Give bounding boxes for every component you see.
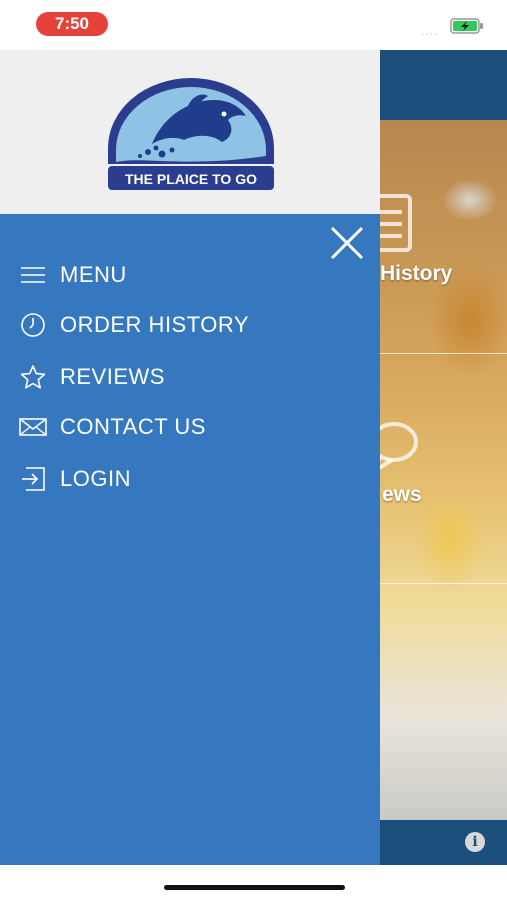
- logo-text: THE PLAICE TO GO: [125, 171, 257, 187]
- drawer-header: THE PLAICE TO GO: [0, 50, 380, 214]
- background-app: History ews i: [380, 50, 507, 865]
- menu-item-label: LOGIN: [60, 466, 131, 491]
- reviews-tile-label: ews: [382, 483, 422, 506]
- hamburger-icon: [18, 260, 48, 290]
- tile-divider: [380, 353, 507, 354]
- login-icon: [18, 464, 48, 494]
- status-bar: 7:50 ....: [0, 0, 507, 50]
- home-indicator[interactable]: [164, 885, 345, 890]
- app-footer: i: [380, 820, 507, 865]
- menu-item-label: MENU: [60, 262, 127, 287]
- order-history-tile-label: History: [380, 262, 453, 285]
- reviews-tile-icon: [380, 422, 418, 470]
- info-icon[interactable]: i: [465, 832, 485, 852]
- menu-item-label: ORDER HISTORY: [60, 312, 250, 337]
- menu-item-label: CONTACT US: [60, 414, 206, 439]
- clock-icon: [18, 310, 48, 340]
- battery-icon: [450, 18, 483, 34]
- menu-item-menu[interactable]: MENU: [18, 255, 358, 295]
- app-header: [380, 50, 507, 120]
- menu-item-contact-us[interactable]: CONTACT US: [18, 407, 358, 447]
- home-area: [0, 865, 507, 900]
- menu-item-login[interactable]: LOGIN: [18, 459, 358, 499]
- brand-logo: THE PLAICE TO GO: [108, 78, 274, 190]
- menu-item-reviews[interactable]: REVIEWS: [18, 357, 358, 397]
- star-icon: [18, 362, 48, 392]
- menu-item-order-history[interactable]: ORDER HISTORY: [18, 305, 358, 345]
- food-photo: History ews: [380, 120, 507, 865]
- envelope-icon: [18, 412, 48, 442]
- tile-divider: [380, 583, 507, 584]
- status-time: 7:50: [36, 12, 108, 36]
- menu-item-label: REVIEWS: [60, 364, 165, 389]
- order-history-tile-icon: [380, 194, 412, 252]
- navigation-drawer: THE PLAICE TO GO MENU ORDER HISTORY REVI…: [0, 50, 380, 865]
- signal-icon: ....: [421, 24, 439, 38]
